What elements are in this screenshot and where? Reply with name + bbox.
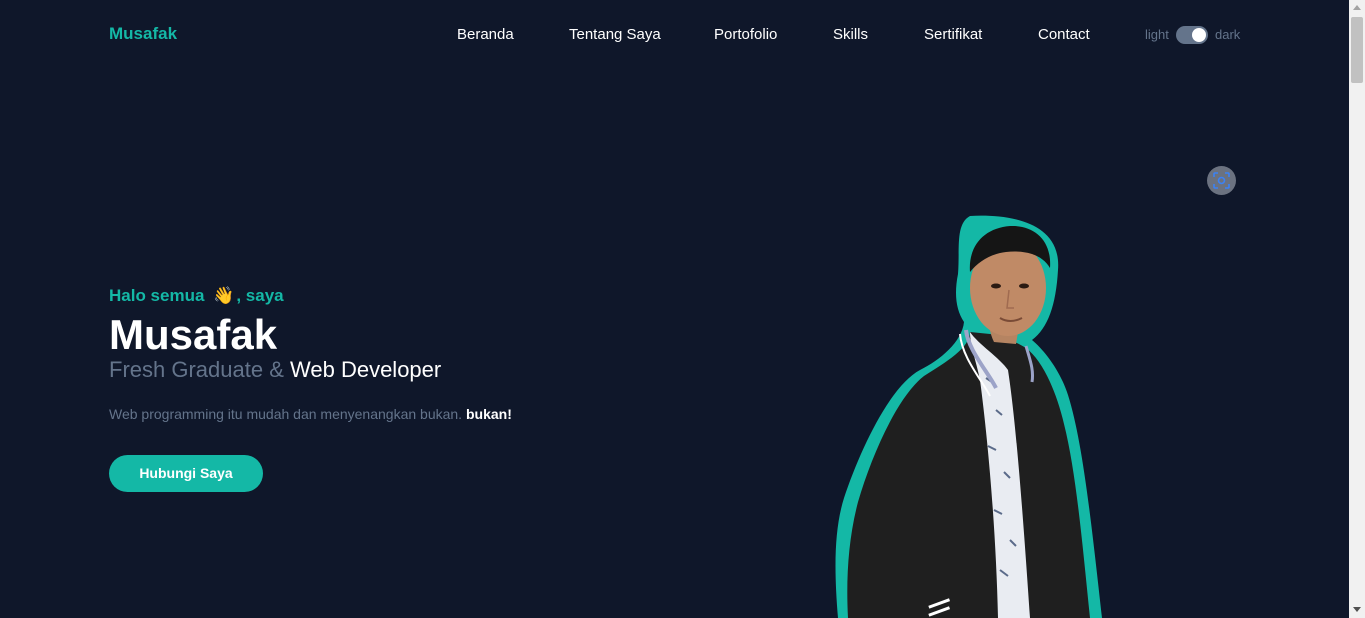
navbar: Musafak Beranda Tentang Saya Portofolio …: [0, 0, 1349, 68]
nav-link-tentang-saya[interactable]: Tentang Saya: [569, 26, 661, 43]
theme-light-label: light: [1145, 27, 1169, 42]
nav-link-contact[interactable]: Contact: [1038, 26, 1090, 43]
waving-hand-icon: 👋: [213, 286, 235, 305]
greeting-text: Halo semua: [109, 286, 205, 305]
nav-link-portofolio[interactable]: Portofolio: [714, 26, 777, 43]
scrollbar-thumb[interactable]: [1351, 17, 1363, 83]
description-bold: bukan!: [465, 406, 512, 422]
dark-mode-toggle[interactable]: [1176, 26, 1208, 44]
scan-icon[interactable]: [1207, 166, 1236, 195]
hero-greeting: Halo semua 👋, saya: [109, 286, 284, 306]
hero-name: Musafak: [109, 311, 278, 358]
description-text: Web programming itu mudah dan menyenangk…: [109, 406, 463, 422]
page-scrollbar[interactable]: [1349, 0, 1365, 618]
brand-logo[interactable]: Musafak: [109, 24, 177, 44]
contact-button[interactable]: Hubungi Saya: [109, 455, 263, 492]
role-prefix: Fresh Graduate &: [109, 357, 284, 382]
theme-dark-label: dark: [1215, 27, 1241, 42]
hero-description: Web programming itu mudah dan menyenangk…: [109, 406, 512, 422]
greeting-suffix: , saya: [236, 286, 284, 305]
nav-link-beranda[interactable]: Beranda: [457, 26, 514, 43]
nav-link-skills[interactable]: Skills: [833, 26, 868, 43]
nav-link-sertifikat[interactable]: Sertifikat: [924, 26, 982, 43]
role-highlight: Web Developer: [290, 357, 442, 382]
scroll-up-icon[interactable]: [1353, 5, 1361, 10]
scroll-down-icon[interactable]: [1353, 607, 1361, 612]
profile-photo: [820, 210, 1120, 618]
hero-role: Fresh Graduate & Web Developer: [109, 357, 441, 383]
toggle-knob: [1192, 28, 1206, 42]
page: Musafak Beranda Tentang Saya Portofolio …: [0, 0, 1365, 618]
